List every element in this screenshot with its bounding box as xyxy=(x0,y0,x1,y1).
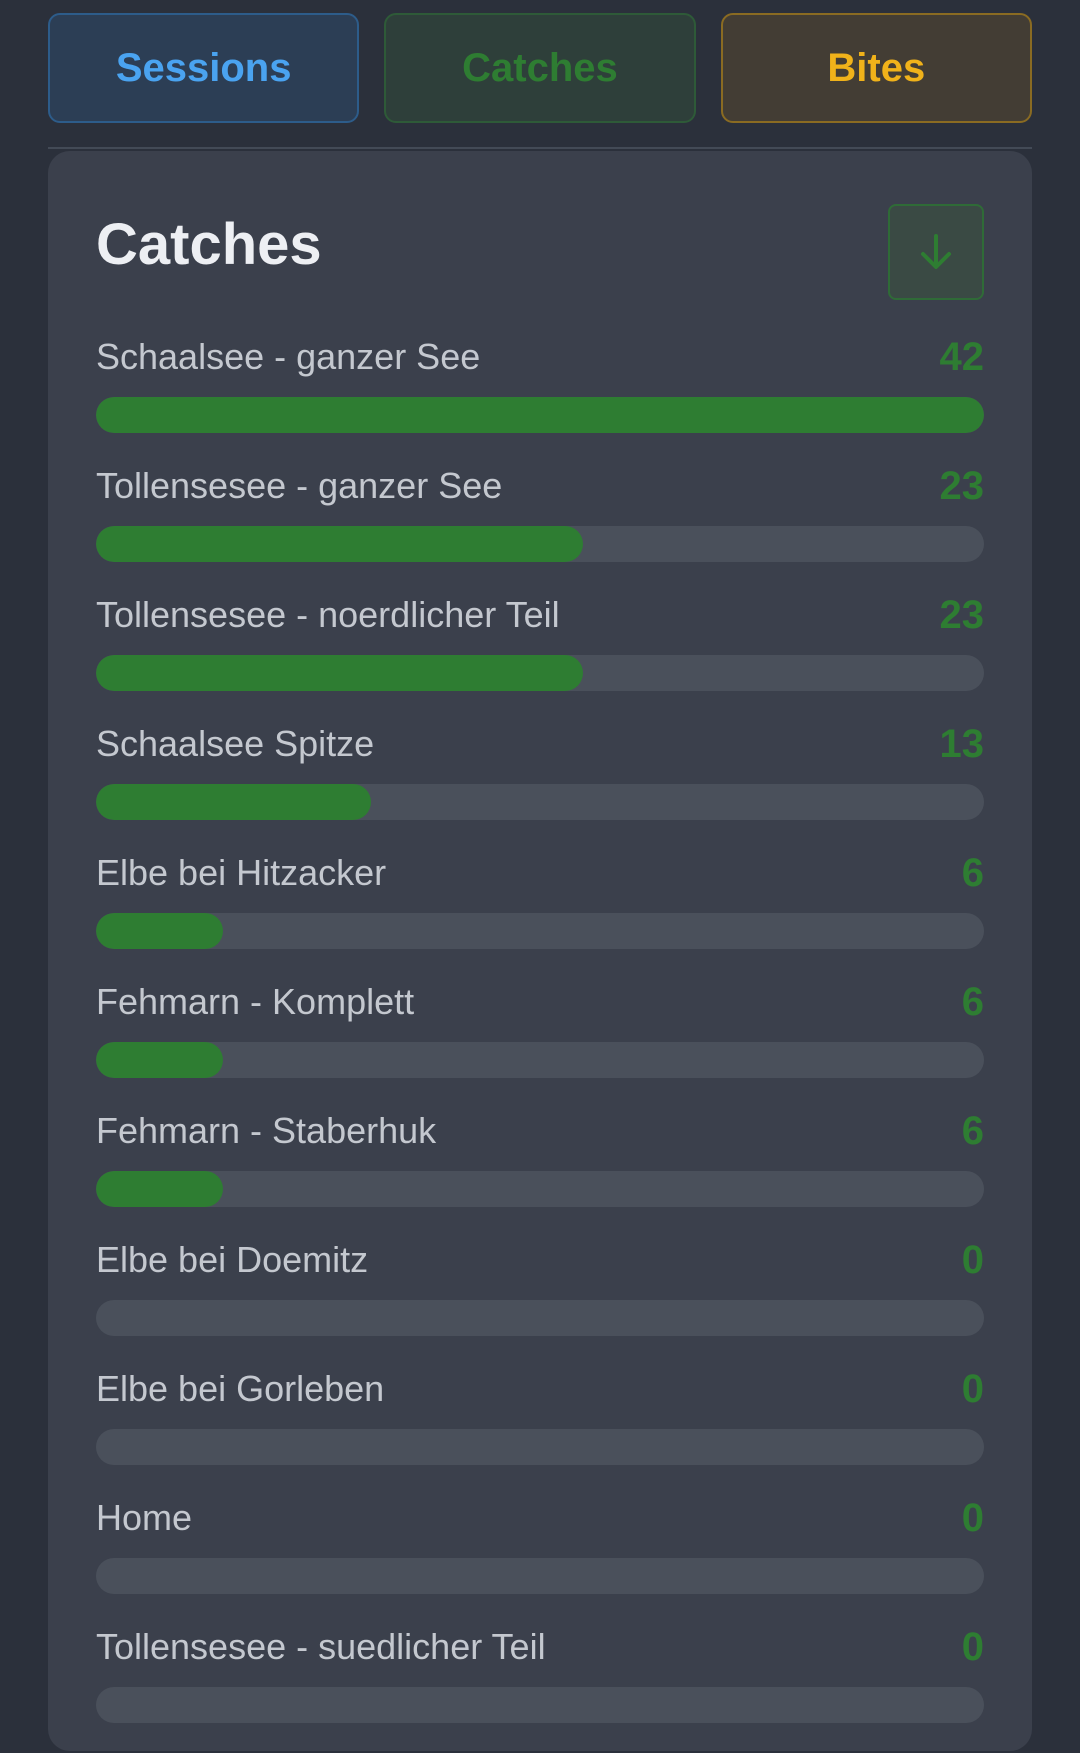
list-item: Elbe bei Hitzacker 6 xyxy=(96,850,984,979)
progress-fill xyxy=(96,655,583,691)
location-label: Tollensesee - ganzer See xyxy=(96,465,503,506)
location-label: Fehmarn - Komplett xyxy=(96,981,415,1022)
card-title: Catches xyxy=(96,212,322,277)
tab-catches[interactable]: Catches xyxy=(384,13,696,123)
list-item: Elbe bei Doemitz 0 xyxy=(96,1237,984,1366)
list-item: Elbe bei Gorleben 0 xyxy=(96,1366,984,1495)
catch-count: 6 xyxy=(961,980,984,1024)
location-label: Schaalsee Spitze xyxy=(96,723,375,764)
catch-count: 0 xyxy=(961,1625,984,1669)
location-label: Tollensesee - noerdlicher Teil xyxy=(96,594,560,635)
list-item: Fehmarn - Komplett 6 xyxy=(96,979,984,1108)
progress-track xyxy=(96,1687,984,1723)
divider xyxy=(48,147,1032,149)
list-item: Home 0 xyxy=(96,1495,984,1624)
progress-fill xyxy=(96,784,372,820)
progress-track xyxy=(96,655,984,691)
catch-count: 42 xyxy=(939,335,985,379)
tab-sessions[interactable]: Sessions xyxy=(48,13,360,123)
progress-track xyxy=(96,1558,984,1594)
catch-count: 6 xyxy=(961,1109,984,1153)
catch-count: 23 xyxy=(939,593,985,637)
progress-fill xyxy=(96,1171,223,1207)
catch-count: 23 xyxy=(939,464,985,508)
location-label: Schaalsee - ganzer See xyxy=(96,336,481,377)
catch-count: 13 xyxy=(939,722,985,766)
location-label: Home xyxy=(96,1497,193,1538)
list-item: Fehmarn - Staberhuk 6 xyxy=(96,1108,984,1237)
progress-track xyxy=(96,1171,984,1207)
location-label: Elbe bei Hitzacker xyxy=(96,852,387,893)
progress-track xyxy=(96,1300,984,1336)
progress-track xyxy=(96,397,984,433)
progress-track xyxy=(96,526,984,562)
progress-fill xyxy=(96,1042,223,1078)
location-label: Elbe bei Gorleben xyxy=(96,1368,385,1409)
progress-fill xyxy=(96,397,984,433)
catch-count: 0 xyxy=(961,1238,984,1282)
tab-bites[interactable]: Bites xyxy=(720,13,1032,123)
catch-count: 6 xyxy=(961,851,984,895)
download-button[interactable] xyxy=(888,204,984,300)
list-item: Tollensesee - noerdlicher Teil 23 xyxy=(96,592,984,721)
progress-fill xyxy=(96,913,223,949)
arrow-down-icon xyxy=(921,234,951,269)
progress-track xyxy=(96,784,984,820)
progress-track xyxy=(96,1429,984,1465)
list-item: Schaalsee - ganzer See 42 xyxy=(96,334,984,463)
tab-bar: Sessions Catches Bites xyxy=(48,13,1032,123)
catch-list: Schaalsee - ganzer See 42 Tollensesee - ga… xyxy=(96,334,984,1753)
progress-fill xyxy=(96,526,583,562)
progress-track xyxy=(96,913,984,949)
list-item: Schaalsee Spitze 13 xyxy=(96,721,984,850)
location-label: Fehmarn - Staberhuk xyxy=(96,1110,437,1151)
catch-count: 0 xyxy=(961,1367,984,1411)
catches-card: Catches Schaalsee - ganzer See 42 Tollense… xyxy=(48,151,1032,1751)
list-item: Tollensesee - suedlicher Teil 0 xyxy=(96,1624,984,1753)
list-item: Tollensesee - ganzer See 23 xyxy=(96,463,984,592)
location-label: Tollensesee - suedlicher Teil xyxy=(96,1626,546,1667)
catch-count: 0 xyxy=(961,1496,984,1540)
location-label: Elbe bei Doemitz xyxy=(96,1239,369,1280)
progress-track xyxy=(96,1042,984,1078)
